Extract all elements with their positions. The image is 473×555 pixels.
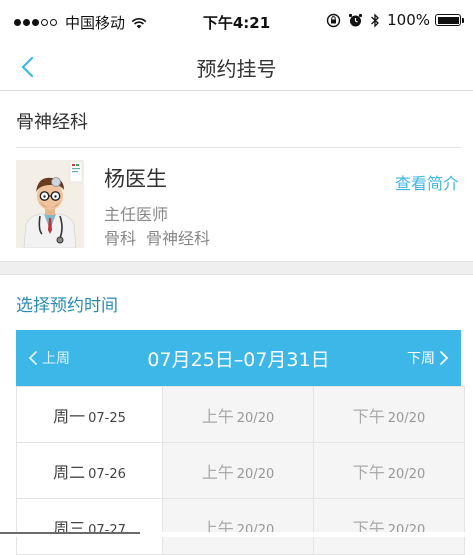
doctor-departments: 骨科 骨神经科 <box>104 225 210 249</box>
page-title: 预约挂号 <box>196 57 277 81</box>
afternoon-slot-button[interactable]: 下午 20/20 <box>313 386 465 443</box>
bluetooth-icon <box>371 12 380 28</box>
week-selector: 上周 07月25日–07月31日 下周 <box>16 330 461 386</box>
divider <box>16 147 461 148</box>
morning-slot-button[interactable]: 上午 20/20 <box>162 498 314 555</box>
scroll-indicator <box>0 532 140 534</box>
slot-label: 下午 <box>352 462 385 482</box>
doctor-name: 杨医生 <box>104 167 167 191</box>
next-week-button[interactable]: 下周 <box>407 348 449 368</box>
doctor-department: 骨神经科 <box>146 229 211 248</box>
afternoon-slot-button[interactable]: 下午 20/20 <box>313 498 465 555</box>
morning-slot-button[interactable]: 上午 20/20 <box>162 386 314 443</box>
slot-label: 上午 <box>201 462 234 482</box>
status-bar: 中国移动 下午4:21 100% <box>0 0 473 44</box>
slot-count: 20/20 <box>236 466 275 482</box>
prev-week-label: 上周 <box>42 351 70 367</box>
battery-percent: 100% <box>387 11 430 29</box>
table-row: 周一 07-25 上午 20/20 下午 20/20 <box>16 386 465 443</box>
day-name: 周二 <box>53 462 86 482</box>
department-label: 骨神经科 <box>16 112 88 133</box>
slot-count: 20/20 <box>236 410 275 426</box>
section-separator <box>0 261 473 275</box>
alarm-icon <box>349 13 363 26</box>
day-cell: 周三 07-27 <box>16 498 163 555</box>
next-week-label: 下周 <box>407 351 435 367</box>
day-date: 07-25 <box>88 410 126 426</box>
slot-label: 上午 <box>201 406 234 426</box>
prev-week-button[interactable]: 上周 <box>28 348 70 368</box>
doctor-avatar <box>16 160 84 248</box>
week-range: 07月25日–07月31日 <box>147 349 330 371</box>
table-row: 周二 07-26 上午 20/20 下午 20/20 <box>16 442 465 499</box>
slot-count: 20/20 <box>387 410 426 426</box>
chevron-right-icon <box>440 351 449 365</box>
section-title: 选择预约时间 <box>16 296 118 316</box>
morning-slot-button[interactable]: 上午 20/20 <box>162 442 314 499</box>
view-intro-link[interactable]: 查看简介 <box>395 170 459 194</box>
table-row: 周三 07-27 上午 20/20 下午 20/20 <box>16 498 465 555</box>
day-cell: 周一 07-25 <box>16 386 163 443</box>
day-date: 07-26 <box>88 466 126 482</box>
afternoon-slot-button[interactable]: 下午 20/20 <box>313 442 465 499</box>
slot-label: 下午 <box>352 406 385 426</box>
chevron-left-icon <box>28 351 37 365</box>
day-cell: 周二 07-26 <box>16 442 163 499</box>
doctor-title: 主任医师 <box>104 205 169 224</box>
nav-bar: 预约挂号 <box>0 44 473 91</box>
schedule-table: 周一 07-25 上午 20/20 下午 20/20 周二 07-26 上午 20/20 … <box>16 386 465 555</box>
bottom-edge <box>0 532 473 537</box>
chevron-left-icon[interactable] <box>16 54 42 80</box>
doctor-department: 骨科 <box>104 229 137 248</box>
battery-icon <box>435 14 464 26</box>
status-right: 100% <box>319 11 464 29</box>
rotation-lock-icon <box>326 13 341 27</box>
slot-count: 20/20 <box>387 466 426 482</box>
day-name: 周一 <box>53 406 86 426</box>
